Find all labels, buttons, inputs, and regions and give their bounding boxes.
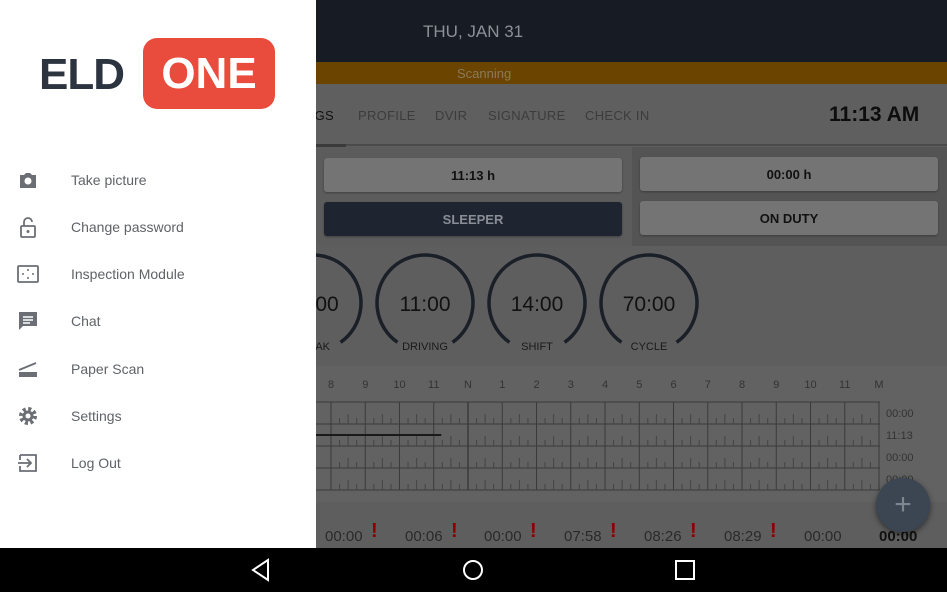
- menu-item-label: Paper Scan: [71, 360, 145, 377]
- gauge-label: SHIFT: [521, 341, 553, 353]
- row-total: 11:13: [886, 430, 913, 442]
- row-total: 00:00: [886, 452, 914, 464]
- hour-label: 5: [636, 379, 642, 391]
- logo-eld: ELD: [39, 50, 125, 99]
- alert-icon[interactable]: !: [610, 520, 617, 543]
- hour-label: 6: [670, 379, 676, 391]
- home-icon[interactable]: [462, 559, 484, 581]
- menu-item-paper-scan[interactable]: Paper Scan: [0, 345, 316, 392]
- hour-label: 11: [839, 379, 850, 391]
- hour-label: M: [874, 379, 883, 391]
- total-value: 00:06: [405, 528, 443, 545]
- total-value: 08:26: [644, 528, 682, 545]
- gauge-value: 14:00: [511, 293, 564, 316]
- hour-label: 1: [499, 379, 505, 391]
- tab-profile[interactable]: PROFILE: [358, 108, 416, 123]
- hour-label: 8: [739, 379, 745, 391]
- menu-item-log-out[interactable]: Log Out: [0, 440, 316, 487]
- tab-check-in[interactable]: CHECK IN: [585, 108, 650, 123]
- menu-item-label: Take picture: [71, 171, 147, 188]
- back-icon[interactable]: [250, 558, 272, 582]
- gauge-label: CYCLE: [631, 341, 668, 353]
- hour-label: 11: [428, 379, 439, 391]
- hour-label: 10: [393, 379, 405, 391]
- gauge-value: 70:00: [623, 293, 676, 316]
- hour-label: 2: [533, 379, 539, 391]
- status-text: Scanning: [457, 66, 512, 81]
- total-value: 08:29: [724, 528, 762, 545]
- gauge-label: DRIVING: [402, 341, 448, 353]
- alert-icon[interactable]: !: [451, 520, 458, 543]
- hour-label: 9: [773, 379, 779, 391]
- total-value: 00:00: [325, 528, 363, 545]
- recents-icon[interactable]: [675, 560, 695, 580]
- inspection-icon: [17, 265, 39, 283]
- android-nav-bar: [0, 548, 947, 592]
- menu-item-change-password[interactable]: Change password: [0, 203, 316, 250]
- logout-icon: [18, 454, 37, 473]
- tab-signature[interactable]: SIGNATURE: [488, 108, 566, 123]
- date-label: THU, JAN 31: [423, 22, 524, 41]
- add-button[interactable]: +: [876, 478, 930, 532]
- hour-label: N: [464, 379, 472, 391]
- hour-label: 9: [362, 379, 368, 391]
- hour-label: 3: [568, 379, 574, 391]
- gauge-value: 00: [315, 293, 338, 316]
- menu-item-take-picture[interactable]: Take picture: [0, 156, 316, 203]
- camera-icon: [20, 172, 36, 188]
- sleeper-button[interactable]: SLEEPER: [324, 202, 622, 236]
- current-duty-time: 11:13 h: [324, 158, 622, 192]
- menu-item-label: Chat: [71, 313, 101, 330]
- menu-item-label: Log Out: [71, 455, 121, 472]
- total-value: 00:00: [804, 528, 842, 545]
- hour-label: 4: [602, 379, 608, 391]
- chat-icon: [19, 312, 37, 331]
- tab-dvir[interactable]: DVIR: [435, 108, 467, 123]
- menu-item-label: Settings: [71, 408, 122, 424]
- gauge-value: 11:00: [400, 293, 451, 316]
- unlock-icon: [20, 216, 36, 238]
- hour-label: 7: [705, 379, 711, 391]
- menu-item-label: Change password: [71, 218, 184, 235]
- alert-icon[interactable]: !: [530, 520, 537, 543]
- hour-label: 8: [328, 379, 334, 391]
- total-value: 07:58: [564, 528, 602, 545]
- alert-icon[interactable]: !: [371, 520, 378, 543]
- total-value: 00:00: [484, 528, 522, 545]
- scanner-icon: [18, 361, 37, 377]
- navigation-drawer: ELD ONE Take picture Change password Inspe…: [0, 0, 316, 548]
- gear-icon: [19, 407, 37, 425]
- menu-item-chat[interactable]: Chat: [0, 298, 316, 345]
- moon-icon[interactable]: [898, 16, 922, 46]
- row-total: 00:00: [886, 408, 914, 420]
- menu-item-inspection-module[interactable]: Inspection Module: [0, 251, 316, 298]
- menu-item-settings[interactable]: Settings: [0, 393, 316, 440]
- alert-icon[interactable]: !: [770, 520, 777, 543]
- hour-label: 10: [804, 379, 816, 391]
- clock: 11:13 AM: [829, 103, 920, 126]
- logo-one: ONE: [143, 38, 275, 109]
- on-duty-time: 00:00 h: [640, 157, 938, 191]
- on-duty-button[interactable]: ON DUTY: [640, 201, 938, 235]
- menu-item-label: Inspection Module: [71, 266, 185, 283]
- alert-icon[interactable]: !: [690, 520, 697, 543]
